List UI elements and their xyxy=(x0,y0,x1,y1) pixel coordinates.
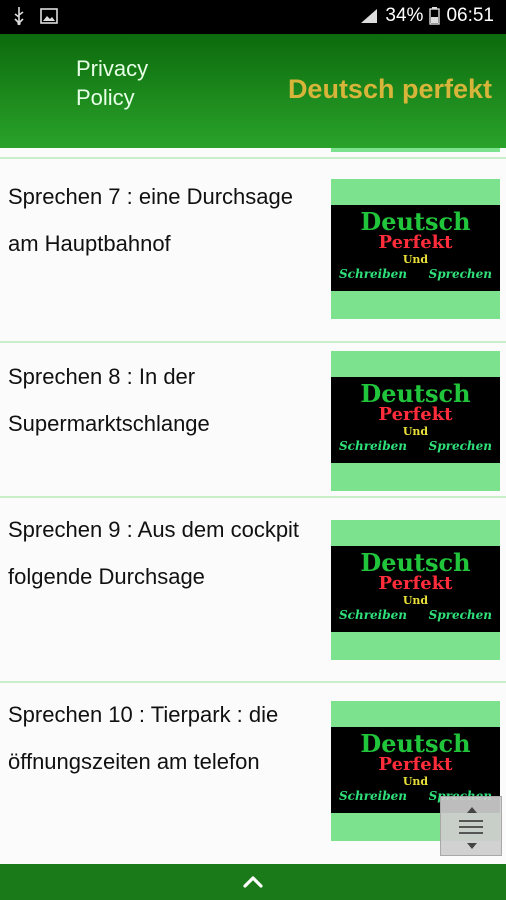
thumb-line-4-left: Schreiben xyxy=(339,439,407,453)
chevron-up-icon xyxy=(243,876,263,888)
thumb-line-4-left: Schreiben xyxy=(339,267,407,281)
thumb-line-3: Und xyxy=(402,253,429,266)
thumb-line-3: Und xyxy=(402,594,429,607)
battery-icon xyxy=(429,7,441,25)
thumb-line-2: Perfekt xyxy=(378,573,453,594)
thumb-line-2: Perfekt xyxy=(378,404,453,425)
battery-percent: 34% xyxy=(385,5,424,26)
thumb-line-2: Perfekt xyxy=(378,754,453,775)
lesson-list[interactable]: Sprechen 7 : eine Durchsage am Hauptbahn… xyxy=(0,148,506,864)
status-bar: 34% 06:51 xyxy=(0,0,506,34)
status-right: 34% 06:51 xyxy=(359,5,494,27)
thumb-line-2: Perfekt xyxy=(378,232,453,253)
usb-icon xyxy=(14,7,24,26)
privacy-policy-link[interactable]: Privacy Policy xyxy=(76,54,148,112)
thumb-line-4-left: Schreiben xyxy=(339,608,407,622)
app-title: Deutsch perfekt xyxy=(287,74,492,104)
list-item[interactable]: Sprechen 10 : Tierpark : die öffnungszei… xyxy=(0,683,506,864)
menu-icon xyxy=(459,820,483,838)
thumbnail-logo: Deutsch Perfekt Und Schreiben Sprechen xyxy=(331,205,500,291)
thumbnail-logo: Deutsch Perfekt Und Schreiben Sprechen xyxy=(331,377,500,463)
thumb-line-4-right: Sprechen xyxy=(428,267,492,281)
list-item[interactable]: Sprechen 9 : Aus dem cockpit folgende Du… xyxy=(0,498,506,681)
signal-icon xyxy=(361,9,378,23)
item-title: Sprechen 8 : In der Supermarktschlange xyxy=(8,364,210,436)
item-title: Sprechen 10 : Tierpark : die öffnungszei… xyxy=(8,702,279,774)
list-item[interactable]: Sprechen 7 : eine Durchsage am Hauptbahn… xyxy=(0,159,506,341)
app-bar: Privacy Policy Deutsch perfekt xyxy=(0,34,506,148)
status-left-icons xyxy=(10,6,58,26)
thumb-line-4-left: Schreiben xyxy=(339,789,407,803)
caret-up-icon xyxy=(467,807,477,813)
floating-menu-button[interactable] xyxy=(440,796,502,856)
previous-item-thumbnail-edge xyxy=(331,148,500,152)
caret-down-icon xyxy=(467,843,477,849)
list-item[interactable]: Sprechen 8 : In der Supermarktschlange D… xyxy=(0,343,506,496)
item-thumbnail: Deutsch Perfekt Und Schreiben Sprechen xyxy=(331,520,500,660)
image-icon xyxy=(40,8,58,24)
thumb-line-4-right: Sprechen xyxy=(428,608,492,622)
item-title: Sprechen 9 : Aus dem cockpit folgende Du… xyxy=(8,517,300,589)
thumbnail-logo: Deutsch Perfekt Und Schreiben Sprechen xyxy=(331,546,500,632)
thumb-line-3: Und xyxy=(402,425,429,438)
item-thumbnail: Deutsch Perfekt Und Schreiben Sprechen xyxy=(331,351,500,491)
thumb-line-4-right: Sprechen xyxy=(428,439,492,453)
item-title: Sprechen 7 : eine Durchsage am Hauptbahn… xyxy=(8,184,293,256)
item-thumbnail: Deutsch Perfekt Und Schreiben Sprechen xyxy=(331,179,500,319)
thumb-line-3: Und xyxy=(402,775,429,788)
scroll-to-top-bar[interactable] xyxy=(0,864,506,900)
clock: 06:51 xyxy=(446,5,494,26)
